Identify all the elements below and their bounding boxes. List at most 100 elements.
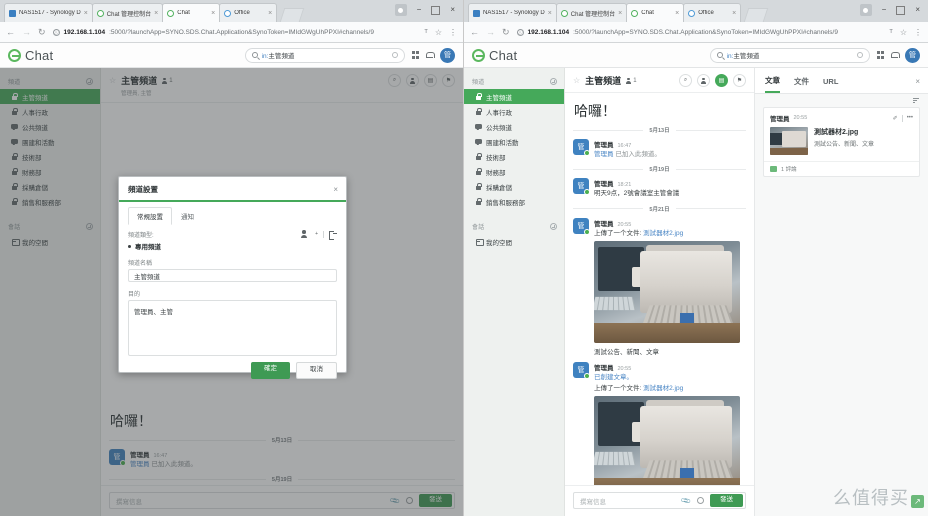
search-channel-icon[interactable]: ⌕	[679, 74, 692, 87]
chat-icon	[631, 9, 639, 17]
tab-general-settings[interactable]: 常規設置	[128, 207, 172, 225]
forward-icon[interactable]: →	[22, 27, 31, 37]
tab-notifications[interactable]: 通知	[172, 207, 203, 225]
purpose-textarea[interactable]: 管理員、主管	[128, 300, 337, 356]
close-window-button[interactable]: ×	[450, 6, 455, 14]
minimize-button[interactable]: −	[417, 6, 422, 14]
add-channel-icon[interactable]	[550, 78, 557, 85]
post-card-footer[interactable]: 1 評論	[764, 161, 919, 176]
tab-urls[interactable]: URL	[823, 77, 838, 91]
channel-name-input[interactable]: 主管頻道	[128, 269, 337, 282]
close-icon[interactable]: ×	[154, 10, 158, 17]
close-icon[interactable]: ×	[333, 185, 338, 194]
reload-icon[interactable]: ↻	[38, 27, 46, 38]
tab-files[interactable]: 文件	[794, 76, 809, 92]
close-icon[interactable]: ×	[915, 77, 920, 91]
post-card[interactable]: 管理員 20:55 ✐ ••• 測試器材2.jpg 測試公告、新聞、文章 1 評…	[763, 107, 920, 177]
add-member-icon[interactable]	[301, 230, 310, 238]
address-bar[interactable]: ⓘ 192.168.1.104:5000/?launchApp=SYNO.SDS…	[516, 28, 883, 36]
reload-icon[interactable]: ↻	[502, 27, 510, 38]
sidebar-item-finance[interactable]: 財務部	[464, 164, 564, 179]
cancel-button[interactable]: 取消	[296, 362, 337, 379]
close-icon[interactable]: ×	[84, 10, 88, 17]
more-icon[interactable]: •••	[907, 115, 913, 121]
tab-chat-admin[interactable]: Chat 管理控制台 ×	[91, 3, 164, 22]
translate-icon[interactable]: ᵀ	[889, 28, 892, 37]
search-input[interactable]: in:主管頻道	[709, 47, 870, 63]
paperclip-icon[interactable]: 📎	[681, 495, 692, 507]
sidebar-item-events[interactable]: 團建和活動	[464, 134, 564, 149]
chrome-menu-icon[interactable]: ⋮	[914, 28, 922, 37]
ok-button[interactable]: 確定	[251, 362, 290, 379]
back-icon[interactable]: ←	[6, 27, 15, 37]
close-window-button[interactable]: ×	[915, 6, 920, 14]
grid-icon[interactable]	[876, 51, 884, 59]
sidebar-item-myspace[interactable]: 我的空間	[464, 234, 564, 249]
new-tab-button[interactable]	[279, 8, 305, 22]
bell-icon[interactable]	[426, 51, 435, 59]
bell-icon[interactable]	[891, 51, 900, 59]
posts-icon[interactable]: ▤	[715, 74, 728, 87]
leave-channel-icon[interactable]	[329, 230, 337, 240]
post-created-link[interactable]: 已創建文章。	[594, 374, 633, 381]
sidebar-item-tech[interactable]: 技術部	[464, 149, 564, 164]
close-icon[interactable]: ×	[268, 10, 272, 17]
clear-search-icon[interactable]	[856, 52, 863, 58]
star-icon[interactable]: ☆	[573, 76, 580, 85]
send-button[interactable]: 發送	[710, 494, 743, 507]
pin-icon[interactable]: ⚑	[733, 74, 746, 87]
sidebar-item-public[interactable]: 公共頻道	[464, 119, 564, 134]
close-icon[interactable]: ×	[732, 10, 736, 17]
translate-icon[interactable]: ᵀ	[424, 28, 427, 37]
close-icon[interactable]: ×	[548, 10, 552, 17]
search-input[interactable]: in:主管頻道	[244, 47, 405, 63]
tab-nas1517[interactable]: NAS1517 - Synology D ×	[468, 3, 557, 22]
pin-icon[interactable]: ✐	[893, 115, 898, 122]
maximize-button[interactable]	[896, 5, 906, 15]
tab-posts[interactable]: 文章	[765, 75, 780, 93]
file-link[interactable]: 測試器材2.jpg	[643, 230, 683, 237]
post-thumbnail[interactable]	[770, 127, 808, 155]
close-icon[interactable]: ×	[675, 10, 679, 17]
sidebar-item-zhuguan[interactable]: 主管頻道	[464, 89, 564, 104]
image-attachment[interactable]	[594, 241, 740, 344]
profile-icon[interactable]	[394, 4, 407, 16]
close-icon[interactable]: ×	[618, 10, 622, 17]
site-info-icon[interactable]: ⓘ	[52, 28, 60, 36]
message-input[interactable]: 撰寫信息 📎 發送	[573, 492, 746, 509]
site-info-icon[interactable]: ⓘ	[516, 28, 524, 36]
sidebar-item-purchasing[interactable]: 採購倉儲	[464, 179, 564, 194]
tab-chat[interactable]: Chat ×	[626, 3, 685, 22]
profile-icon[interactable]	[859, 4, 872, 16]
close-icon[interactable]: ×	[211, 10, 215, 17]
forward-icon[interactable]: →	[486, 27, 495, 37]
tab-office[interactable]: Office ×	[219, 3, 278, 22]
bookmark-icon[interactable]: ☆	[900, 28, 907, 37]
smiley-icon[interactable]	[697, 497, 704, 504]
tab-chat-admin[interactable]: Chat 管理控制台 ×	[555, 3, 628, 22]
maximize-button[interactable]	[431, 5, 441, 15]
tab-nas1517[interactable]: NAS1517 - Synology D ×	[4, 3, 93, 22]
tab-office[interactable]: Office ×	[683, 3, 742, 22]
tab-chat[interactable]: Chat ×	[162, 3, 221, 22]
avatar[interactable]: 管	[905, 47, 920, 63]
member-count[interactable]: 1	[626, 77, 637, 84]
chrome-menu-icon[interactable]: ⋮	[449, 28, 457, 37]
mention-link[interactable]: 管理員	[594, 151, 614, 158]
sidebar-item-sales[interactable]: 銷售和服務部	[464, 194, 564, 209]
sort-icon[interactable]	[913, 98, 919, 103]
image-attachment[interactable]	[594, 396, 740, 485]
minimize-button[interactable]: −	[882, 6, 887, 14]
sidebar-item-hr[interactable]: 人事行政	[464, 104, 564, 119]
back-icon[interactable]: ←	[470, 27, 479, 37]
members-icon[interactable]	[697, 74, 710, 87]
clear-search-icon[interactable]	[391, 52, 398, 58]
add-conversation-icon[interactable]	[550, 223, 557, 230]
bookmark-icon[interactable]: ☆	[435, 28, 442, 37]
message-list-right[interactable]: 哈囉！ 5月13日 管 管理員 16:47 管理員 已加入此頻道。 5月19日 …	[565, 93, 754, 485]
grid-icon[interactable]	[411, 51, 419, 59]
file-link[interactable]: 測試器材2.jpg	[643, 385, 683, 392]
address-bar[interactable]: ⓘ 192.168.1.104:5000/?launchApp=SYNO.SDS…	[52, 28, 418, 36]
new-tab-button[interactable]	[743, 8, 769, 22]
avatar[interactable]: 管	[440, 47, 455, 63]
